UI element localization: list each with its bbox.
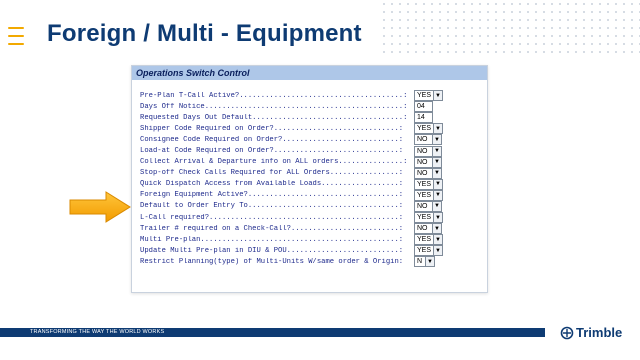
- switch-dropdown-value: N: [417, 258, 423, 266]
- switch-row: Pre-Plan T-Call Active?.................…: [140, 90, 444, 102]
- panel-header: Operations Switch Control: [132, 66, 487, 80]
- switch-label: Update Multi Pre-plan in DIU & POU......…: [140, 246, 404, 255]
- switch-dropdown[interactable]: NO ▼: [414, 167, 442, 179]
- switch-row: Default to Order Entry To...............…: [140, 200, 443, 212]
- switch-dropdown-value: YES: [417, 125, 432, 133]
- switch-dropdown-value: NO: [417, 136, 428, 144]
- switch-label: Stop-off Check Calls Required for ALL Or…: [140, 169, 404, 178]
- switch-row: Load-at Code Required on Order?.........…: [140, 145, 443, 157]
- switch-label: Trailer # required on a Check-Call?.....…: [140, 224, 404, 233]
- switch-label: Requested Days Out Default..............…: [140, 113, 408, 122]
- switch-dropdown-value: NO: [417, 158, 428, 166]
- switch-dropdown[interactable]: NO ▼: [414, 134, 442, 146]
- switch-dropdown[interactable]: YES ▼: [414, 123, 444, 135]
- switch-row: Shipper Code Required on Order?.........…: [140, 123, 444, 135]
- decorative-dot-grid: [380, 0, 640, 55]
- switch-row: L-Call required?........................…: [140, 212, 444, 224]
- switch-label: L-Call required?........................…: [140, 213, 404, 222]
- chevron-down-icon[interactable]: ▼: [433, 235, 443, 245]
- switch-row: Multi Pre-plan..........................…: [140, 234, 444, 246]
- switch-dropdown[interactable]: YES ▼: [414, 212, 444, 224]
- switch-dropdown-value: NO: [417, 202, 428, 210]
- chevron-down-icon[interactable]: ▼: [425, 257, 434, 267]
- switch-dropdown[interactable]: NO ▼: [414, 200, 442, 212]
- switch-label: Load-at Code Required on Order?.........…: [140, 147, 404, 156]
- switch-dropdown[interactable]: YES ▼: [414, 245, 444, 257]
- switch-dropdown[interactable]: NO ▼: [414, 223, 442, 235]
- switch-dropdown-value: YES: [417, 247, 432, 255]
- switch-label: Pre-Plan T-Call Active?.................…: [140, 91, 408, 100]
- switch-dropdown-value: YES: [417, 92, 432, 100]
- hamburger-icon[interactable]: [8, 27, 24, 51]
- chevron-down-icon[interactable]: ▼: [432, 201, 441, 211]
- switch-dropdown-value: NO: [417, 225, 428, 233]
- switch-dropdown-value: YES: [417, 180, 432, 188]
- switch-dropdown-value: YES: [417, 191, 432, 199]
- switch-list: Pre-Plan T-Call Active?.................…: [140, 90, 444, 268]
- switch-dropdown-value: NO: [417, 169, 428, 177]
- chevron-down-icon[interactable]: ▼: [433, 246, 443, 256]
- switch-row: Restrict Planning(type) of Multi-Units W…: [140, 256, 443, 268]
- chevron-down-icon[interactable]: ▼: [433, 213, 443, 223]
- switch-row: Update Multi Pre-plan in DIU & POU......…: [140, 245, 444, 257]
- chevron-down-icon[interactable]: ▼: [433, 91, 443, 101]
- arrow-right-icon: [69, 191, 131, 223]
- switch-dropdown-value: YES: [417, 214, 432, 222]
- trimble-logo-icon: [560, 326, 574, 339]
- switch-text-input[interactable]: 14: [414, 112, 433, 124]
- brand-name: Trimble: [576, 325, 623, 340]
- chevron-down-icon[interactable]: ▼: [432, 224, 441, 234]
- switch-row: Stop-off Check Calls Required for ALL Or…: [140, 167, 443, 179]
- chevron-down-icon[interactable]: ▼: [432, 135, 441, 145]
- slide-title: Foreign / Multi - Equipment: [47, 20, 362, 47]
- switch-dropdown[interactable]: YES ▼: [414, 178, 444, 190]
- switch-label: Foreign Equipment Active?...............…: [140, 191, 404, 200]
- switch-dropdown[interactable]: YES ▼: [414, 90, 444, 102]
- switch-row: Days Off Notice.........................…: [140, 101, 443, 113]
- switch-dropdown[interactable]: YES ▼: [414, 234, 444, 246]
- chevron-down-icon[interactable]: ▼: [432, 168, 441, 178]
- switch-label: Multi Pre-plan..........................…: [140, 235, 404, 244]
- switch-label: Restrict Planning(type) of Multi-Units W…: [140, 257, 404, 266]
- chevron-down-icon[interactable]: ▼: [433, 124, 443, 134]
- switch-dropdown-value: YES: [417, 236, 432, 244]
- switch-label: Quick Dispatch Access from Available Loa…: [140, 180, 404, 189]
- switch-text-input[interactable]: 04: [414, 101, 433, 113]
- operations-switch-panel: Operations Switch Control Pre-Plan T-Cal…: [131, 65, 488, 293]
- switch-dropdown-value: NO: [417, 147, 428, 155]
- chevron-down-icon[interactable]: ▼: [433, 190, 443, 200]
- footer-tagline: TRANSFORMING THE WAY THE WORLD WORKS: [30, 329, 165, 335]
- chevron-down-icon[interactable]: ▼: [432, 157, 441, 167]
- switch-row: Foreign Equipment Active?...............…: [140, 189, 444, 201]
- switch-row: Trailer # required on a Check-Call?.....…: [140, 223, 443, 235]
- switch-row: Consignee Code Required on Order?.......…: [140, 134, 443, 146]
- switch-row: Collect Arrival & Departure info on ALL …: [140, 156, 443, 168]
- switch-label: Default to Order Entry To...............…: [140, 202, 404, 211]
- switch-label: Days Off Notice.........................…: [140, 102, 408, 111]
- switch-row: Requested Days Out Default..............…: [140, 112, 443, 124]
- switch-dropdown[interactable]: NO ▼: [414, 156, 442, 168]
- chevron-down-icon[interactable]: ▼: [433, 179, 443, 189]
- chevron-down-icon[interactable]: ▼: [432, 146, 441, 156]
- switch-row: Quick Dispatch Access from Available Loa…: [140, 178, 444, 190]
- switch-label: Collect Arrival & Departure info on ALL …: [140, 158, 408, 167]
- switch-dropdown[interactable]: YES ▼: [414, 189, 444, 201]
- trimble-logo: Trimble: [560, 325, 622, 340]
- switch-label: Shipper Code Required on Order?.........…: [140, 124, 404, 133]
- switch-dropdown[interactable]: NO ▼: [414, 145, 442, 157]
- switch-dropdown[interactable]: N ▼: [414, 256, 435, 268]
- switch-label: Consignee Code Required on Order?.......…: [140, 135, 404, 144]
